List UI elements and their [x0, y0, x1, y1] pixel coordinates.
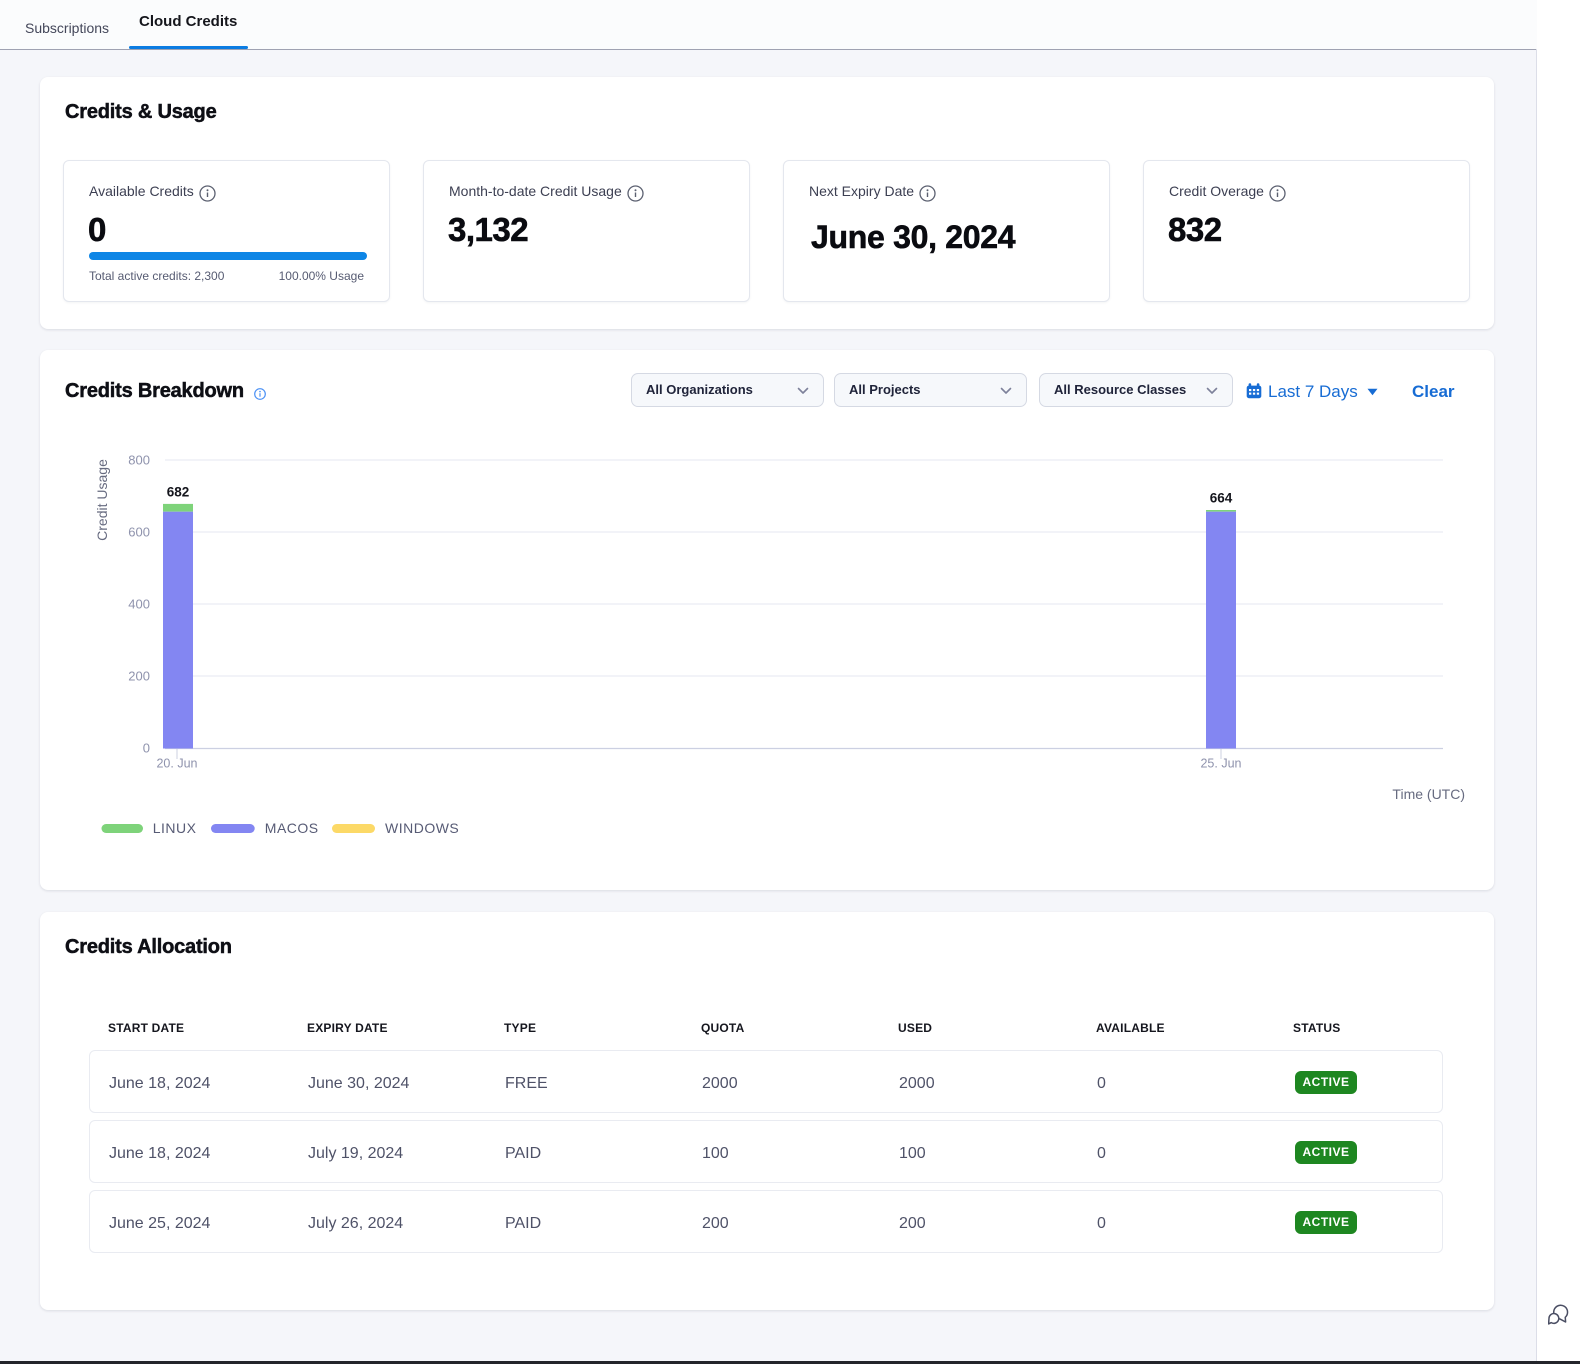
svg-text:800: 800: [128, 453, 150, 468]
svg-text:Credit Usage: Credit Usage: [94, 459, 110, 541]
svg-text:0: 0: [143, 741, 150, 756]
svg-text:25. Jun: 25. Jun: [1200, 757, 1241, 771]
svg-text:200: 200: [128, 669, 150, 684]
svg-text:682: 682: [167, 485, 190, 500]
svg-text:20. Jun: 20. Jun: [156, 757, 197, 771]
svg-text:LINUX: LINUX: [153, 820, 197, 836]
svg-text:400: 400: [128, 597, 150, 612]
svg-text:WINDOWS: WINDOWS: [385, 820, 459, 836]
svg-text:MACOS: MACOS: [265, 820, 319, 836]
svg-text:Time (UTC): Time (UTC): [1392, 786, 1465, 802]
svg-text:664: 664: [1210, 491, 1233, 506]
svg-text:600: 600: [128, 525, 150, 540]
